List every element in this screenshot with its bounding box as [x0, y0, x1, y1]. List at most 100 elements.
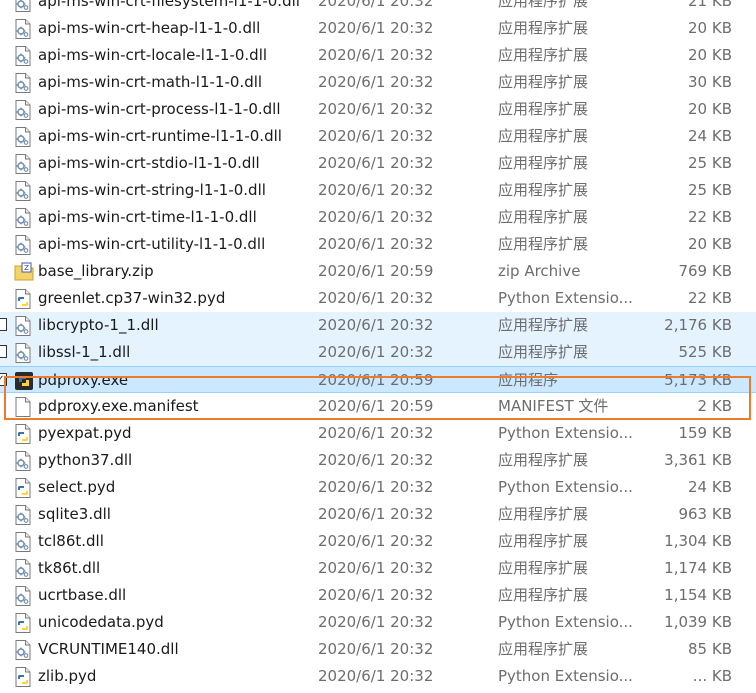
- dll-file-icon: [14, 451, 32, 471]
- python-file-icon: [14, 613, 32, 633]
- file-type: 应用程序扩展: [498, 181, 589, 199]
- file-name: api-ms-win-crt-utility-l1-1-0.dll: [38, 235, 266, 253]
- file-type: 应用程序扩展: [498, 208, 589, 226]
- file-row[interactable]: api-ms-win-crt-heap-l1-1-0.dll 2020/6/1 …: [0, 15, 756, 42]
- file-type: 应用程序扩展: [498, 586, 589, 604]
- file-date-modified: 2020/6/1 20:32: [318, 559, 434, 577]
- dll-file-icon: [14, 559, 32, 579]
- file-type: MANIFEST 文件: [498, 397, 609, 415]
- file-type: 应用程序扩展: [498, 505, 589, 523]
- file-name: api-ms-win-crt-process-l1-1-0.dll: [38, 100, 281, 118]
- file-type: 应用程序扩展: [498, 451, 589, 469]
- file-name: pyexpat.pyd: [38, 424, 132, 442]
- file-date-modified: 2020/6/1 20:32: [318, 289, 434, 307]
- file-row[interactable]: libcrypto-1_1.dll 2020/6/1 20:32 应用程序扩展 …: [0, 312, 756, 339]
- dll-file-icon: [14, 532, 32, 552]
- file-size: 30 KB: [688, 73, 732, 91]
- file-row[interactable]: VCRUNTIME140.dll 2020/6/1 20:32 应用程序扩展 8…: [0, 636, 756, 663]
- file-name: tcl86t.dll: [38, 532, 104, 550]
- file-type: 应用程序扩展: [498, 559, 589, 577]
- file-row[interactable]: api-ms-win-crt-filesystem-l1-1-0.dll 202…: [0, 0, 756, 15]
- file-row[interactable]: api-ms-win-crt-locale-l1-1-0.dll 2020/6/…: [0, 42, 756, 69]
- file-name: zlib.pyd: [38, 667, 97, 685]
- file-type: 应用程序扩展: [498, 19, 589, 37]
- file-size: 85 KB: [688, 640, 732, 658]
- file-size: 22 KB: [688, 208, 732, 226]
- file-date-modified: 2020/6/1 20:32: [318, 451, 434, 469]
- file-row[interactable]: api-ms-win-crt-utility-l1-1-0.dll 2020/6…: [0, 231, 756, 258]
- file-type: Python Extensio...: [498, 613, 633, 631]
- row-checkbox[interactable]: [0, 345, 7, 358]
- dll-file-icon: [14, 127, 32, 147]
- file-row[interactable]: Z base_library.zip 2020/6/1 20:59 zip Ar…: [0, 258, 756, 285]
- file-date-modified: 2020/6/1 20:32: [318, 316, 434, 334]
- file-row[interactable]: api-ms-win-crt-process-l1-1-0.dll 2020/6…: [0, 96, 756, 123]
- file-type: 应用程序扩展: [498, 343, 589, 361]
- file-type: 应用程序扩展: [498, 127, 589, 145]
- file-type: Python Extensio...: [498, 424, 633, 442]
- file-type: 应用程序扩展: [498, 154, 589, 172]
- file-list: api-ms-win-crt-filesystem-l1-1-0.dll 202…: [0, 0, 756, 690]
- file-date-modified: 2020/6/1 20:32: [318, 0, 434, 10]
- file-name: api-ms-win-crt-heap-l1-1-0.dll: [38, 19, 261, 37]
- file-name: VCRUNTIME140.dll: [38, 640, 179, 658]
- file-date-modified: 2020/6/1 20:32: [318, 343, 434, 361]
- python-file-icon: [14, 289, 32, 309]
- file-row[interactable]: tcl86t.dll 2020/6/1 20:32 应用程序扩展 1,304 K…: [0, 528, 756, 555]
- row-checkbox[interactable]: ✓: [0, 373, 7, 386]
- file-name: greenlet.cp37-win32.pyd: [38, 289, 226, 307]
- file-date-modified: 2020/6/1 20:32: [318, 46, 434, 64]
- file-name: api-ms-win-crt-math-l1-1-0.dll: [38, 73, 263, 91]
- file-row[interactable]: libssl-1_1.dll 2020/6/1 20:32 应用程序扩展 525…: [0, 339, 756, 366]
- file-row[interactable]: greenlet.cp37-win32.pyd 2020/6/1 20:32 P…: [0, 285, 756, 312]
- file-type: 应用程序扩展: [498, 100, 589, 118]
- file-size: 20 KB: [688, 235, 732, 253]
- file-name: api-ms-win-crt-stdio-l1-1-0.dll: [38, 154, 260, 172]
- file-date-modified: 2020/6/1 20:32: [318, 127, 434, 145]
- file-name: api-ms-win-crt-string-l1-1-0.dll: [38, 181, 266, 199]
- blank-file-icon: [14, 397, 32, 417]
- file-date-modified: 2020/6/1 20:32: [318, 478, 434, 496]
- file-row[interactable]: tk86t.dll 2020/6/1 20:32 应用程序扩展 1,174 KB: [0, 555, 756, 582]
- file-name: ucrtbase.dll: [38, 586, 127, 604]
- file-row[interactable]: api-ms-win-crt-time-l1-1-0.dll 2020/6/1 …: [0, 204, 756, 231]
- file-name: base_library.zip: [38, 262, 154, 280]
- file-size: 21 KB: [688, 0, 732, 10]
- file-size: ... KB: [692, 667, 732, 685]
- file-date-modified: 2020/6/1 20:32: [318, 73, 434, 91]
- file-name: pdproxy.exe.manifest: [38, 397, 199, 415]
- file-row[interactable]: unicodedata.pyd 2020/6/1 20:32 Python Ex…: [0, 609, 756, 636]
- file-size: 1,154 KB: [664, 586, 732, 604]
- file-row[interactable]: ✓ pdproxy.exe 2020/6/1 20:59 应用程序 5,173 …: [0, 366, 756, 393]
- dll-file-icon: [14, 19, 32, 39]
- file-row[interactable]: sqlite3.dll 2020/6/1 20:32 应用程序扩展 963 KB: [0, 501, 756, 528]
- file-row[interactable]: api-ms-win-crt-stdio-l1-1-0.dll 2020/6/1…: [0, 150, 756, 177]
- file-date-modified: 2020/6/1 20:32: [318, 613, 434, 631]
- file-row[interactable]: ucrtbase.dll 2020/6/1 20:32 应用程序扩展 1,154…: [0, 582, 756, 609]
- file-size: 20 KB: [688, 46, 732, 64]
- file-row[interactable]: select.pyd 2020/6/1 20:32 Python Extensi…: [0, 474, 756, 501]
- python-file-icon: [14, 424, 32, 444]
- file-name: api-ms-win-crt-locale-l1-1-0.dll: [38, 46, 268, 64]
- dll-file-icon: [14, 235, 32, 255]
- row-checkbox[interactable]: [0, 318, 7, 331]
- zip-archive-icon: Z: [14, 262, 34, 282]
- file-size: 20 KB: [688, 19, 732, 37]
- file-type: zip Archive: [498, 262, 581, 280]
- python-file-icon: [14, 478, 32, 498]
- file-name: libcrypto-1_1.dll: [38, 316, 159, 334]
- file-row[interactable]: api-ms-win-crt-math-l1-1-0.dll 2020/6/1 …: [0, 69, 756, 96]
- file-row[interactable]: api-ms-win-crt-string-l1-1-0.dll 2020/6/…: [0, 177, 756, 204]
- dll-file-icon: [14, 46, 32, 66]
- file-row[interactable]: python37.dll 2020/6/1 20:32 应用程序扩展 3,361…: [0, 447, 756, 474]
- file-row[interactable]: pyexpat.pyd 2020/6/1 20:32 Python Extens…: [0, 420, 756, 447]
- file-name: api-ms-win-crt-filesystem-l1-1-0.dll: [38, 0, 300, 10]
- file-type: 应用程序扩展: [498, 532, 589, 550]
- file-row[interactable]: api-ms-win-crt-runtime-l1-1-0.dll 2020/6…: [0, 123, 756, 150]
- dll-file-icon: [14, 505, 32, 525]
- file-row[interactable]: zlib.pyd 2020/6/1 20:32 Python Extensio.…: [0, 663, 756, 690]
- file-name: libssl-1_1.dll: [38, 343, 131, 361]
- file-row[interactable]: pdproxy.exe.manifest 2020/6/1 20:59 MANI…: [0, 393, 756, 420]
- file-type: 应用程序扩展: [498, 0, 589, 10]
- file-size: 159 KB: [678, 424, 732, 442]
